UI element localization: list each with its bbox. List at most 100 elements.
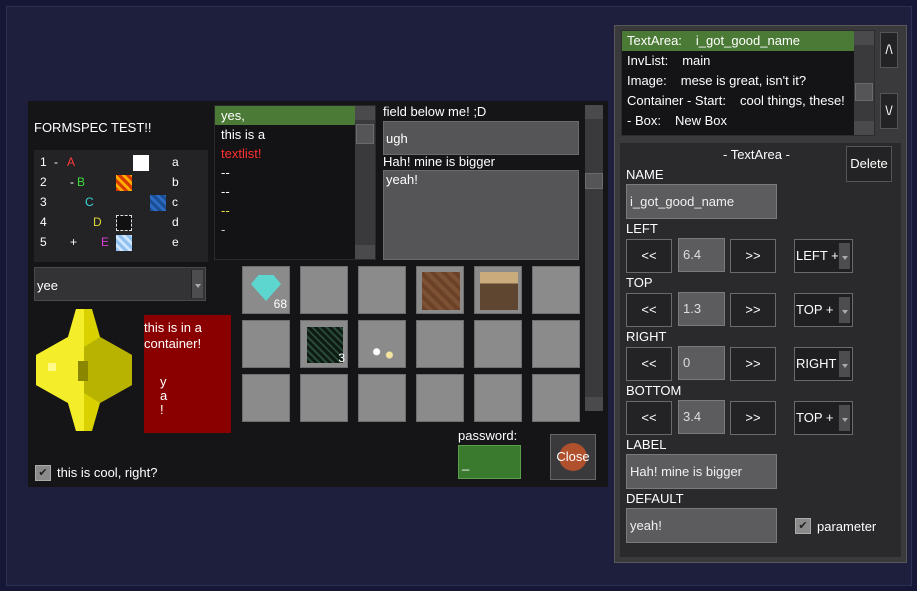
ice-texture-icon bbox=[116, 235, 132, 251]
default-label: DEFAULT bbox=[626, 491, 684, 506]
inventory-slot[interactable] bbox=[242, 320, 290, 368]
formspec-dropdown[interactable]: yee bbox=[34, 267, 206, 301]
chevron-down-icon bbox=[838, 405, 850, 431]
inventory-slot[interactable] bbox=[416, 320, 464, 368]
inventory-scrollbar[interactable] bbox=[585, 105, 603, 411]
inventory-slot[interactable] bbox=[358, 320, 406, 368]
textlist-item[interactable]: - bbox=[215, 220, 355, 239]
textlist-item[interactable]: textlist! bbox=[215, 144, 355, 163]
inventory-slot[interactable] bbox=[242, 374, 290, 422]
inventory-slot[interactable] bbox=[474, 374, 522, 422]
password-field[interactable]: _ bbox=[458, 445, 521, 479]
bottom-decrease-button[interactable]: << bbox=[626, 401, 672, 435]
inventory-slot[interactable] bbox=[300, 374, 348, 422]
cool-checkbox[interactable]: ✔ bbox=[35, 465, 51, 481]
element-list-item[interactable]: Image: mese is great, isn't it? bbox=[622, 71, 854, 91]
chevron-down-icon bbox=[838, 297, 850, 323]
textlist-scrollbar[interactable] bbox=[355, 106, 375, 259]
check-icon: ✔ bbox=[38, 467, 48, 479]
name-field[interactable]: i_got_good_name bbox=[626, 184, 777, 219]
table-cell-letter: C bbox=[85, 195, 94, 209]
left-label: LEFT bbox=[626, 221, 658, 236]
textlist-item[interactable]: -- bbox=[215, 182, 355, 201]
inventory-slot[interactable] bbox=[416, 266, 464, 314]
left-field[interactable]: 6.4 bbox=[678, 238, 725, 272]
bottom-anchor-value: TOP + bbox=[796, 410, 834, 425]
label-field[interactable]: Hah! mine is bigger bbox=[626, 454, 777, 489]
scroll-up-arrow[interactable] bbox=[854, 31, 874, 45]
inventory-slot[interactable] bbox=[358, 266, 406, 314]
element-type: - Label: bbox=[627, 133, 670, 135]
element-list-scrollbar[interactable] bbox=[854, 31, 874, 135]
scroll-down-arrow[interactable] bbox=[854, 121, 874, 135]
top-anchor-dropdown[interactable]: TOP + bbox=[794, 293, 853, 327]
inventory-slot[interactable] bbox=[358, 374, 406, 422]
default-field[interactable]: yeah! bbox=[626, 508, 777, 543]
textlist-item[interactable]: this is a bbox=[215, 125, 355, 144]
element-list-item[interactable]: InvList: main bbox=[622, 51, 854, 71]
textlist-item[interactable]: yes, bbox=[215, 106, 355, 125]
element-list[interactable]: TextArea: i_got_good_name InvList: main Imag… bbox=[621, 30, 875, 136]
top-increase-button[interactable]: >> bbox=[730, 293, 776, 327]
scroll-down-arrow[interactable] bbox=[355, 245, 375, 259]
bottom-anchor-dropdown[interactable]: TOP + bbox=[794, 401, 853, 435]
table[interactable]: 1- Aa 2- Bb 3 Cc 4 Dd 5 + Ee bbox=[34, 150, 208, 262]
scroll-thumb[interactable] bbox=[356, 124, 374, 144]
move-down-button[interactable]: \/ bbox=[880, 93, 898, 129]
item-count: 68 bbox=[273, 297, 287, 311]
textarea[interactable]: yeah! bbox=[383, 170, 579, 260]
element-type: - Box: bbox=[627, 113, 661, 128]
lava-texture-icon bbox=[116, 175, 132, 191]
right-anchor-dropdown[interactable]: RIGHT bbox=[794, 347, 853, 381]
scroll-up-arrow[interactable] bbox=[585, 105, 603, 119]
cool-checkbox-label: this is cool, right? bbox=[57, 465, 158, 480]
top-label: TOP bbox=[626, 275, 653, 290]
inventory-slot[interactable] bbox=[300, 266, 348, 314]
top-field[interactable]: 1.3 bbox=[678, 292, 725, 326]
inventory-slot[interactable] bbox=[532, 266, 580, 314]
left-decrease-button[interactable]: << bbox=[626, 239, 672, 273]
top-decrease-button[interactable]: << bbox=[626, 293, 672, 327]
table-cell-right: a bbox=[172, 155, 179, 169]
bottom-field[interactable]: 3.4 bbox=[678, 400, 725, 434]
textlist-item[interactable]: -- bbox=[215, 201, 355, 220]
flowers-icon bbox=[367, 347, 399, 363]
table-cell-letter: B bbox=[77, 175, 86, 189]
element-list-item[interactable]: - Label: Label1 bbox=[622, 131, 854, 135]
parameter-label: parameter bbox=[817, 519, 877, 534]
element-properties: - TextArea - Delete NAME i_got_good_name… bbox=[620, 143, 901, 557]
inventory-slot[interactable]: 3 bbox=[300, 320, 348, 368]
textlist-item[interactable]: -- bbox=[215, 163, 355, 182]
inventory-slot[interactable] bbox=[474, 266, 522, 314]
scroll-thumb[interactable] bbox=[585, 173, 603, 189]
bottom-increase-button[interactable]: >> bbox=[730, 401, 776, 435]
close-button[interactable]: Close bbox=[550, 434, 596, 480]
close-button-label: Close bbox=[556, 449, 590, 464]
left-increase-button[interactable]: >> bbox=[730, 239, 776, 273]
scroll-down-arrow[interactable] bbox=[585, 397, 603, 411]
scroll-thumb[interactable] bbox=[855, 83, 873, 101]
right-decrease-button[interactable]: << bbox=[626, 347, 672, 381]
element-list-item[interactable]: Container - Start: cool things, these! bbox=[622, 91, 854, 111]
label-label: LABEL bbox=[626, 437, 667, 452]
inventory-slot[interactable] bbox=[532, 320, 580, 368]
inventory-slot[interactable]: 68 bbox=[242, 266, 290, 314]
table-cell-number: 2 bbox=[40, 175, 47, 189]
container-vertical-label: y a ! bbox=[160, 374, 168, 417]
left-anchor-dropdown[interactable]: LEFT + bbox=[794, 239, 853, 273]
textlist[interactable]: yes, this is a textlist! -- -- -- - bbox=[214, 105, 376, 260]
element-list-item[interactable]: - Box: New Box bbox=[622, 111, 854, 131]
inventory-slot[interactable] bbox=[532, 374, 580, 422]
right-anchor-value: RIGHT bbox=[796, 356, 837, 371]
element-list-item[interactable]: TextArea: i_got_good_name bbox=[622, 31, 854, 51]
inventory-slot[interactable] bbox=[416, 374, 464, 422]
right-increase-button[interactable]: >> bbox=[730, 347, 776, 381]
parameter-checkbox[interactable]: ✔ bbox=[795, 518, 811, 534]
delete-button[interactable]: Delete bbox=[846, 146, 892, 182]
element-type: InvList: bbox=[627, 53, 669, 68]
text-field[interactable]: ugh bbox=[383, 121, 579, 155]
inventory-slot[interactable] bbox=[474, 320, 522, 368]
move-up-button[interactable]: /\ bbox=[880, 32, 898, 68]
right-field[interactable]: 0 bbox=[678, 346, 725, 380]
scroll-up-arrow[interactable] bbox=[355, 106, 375, 120]
